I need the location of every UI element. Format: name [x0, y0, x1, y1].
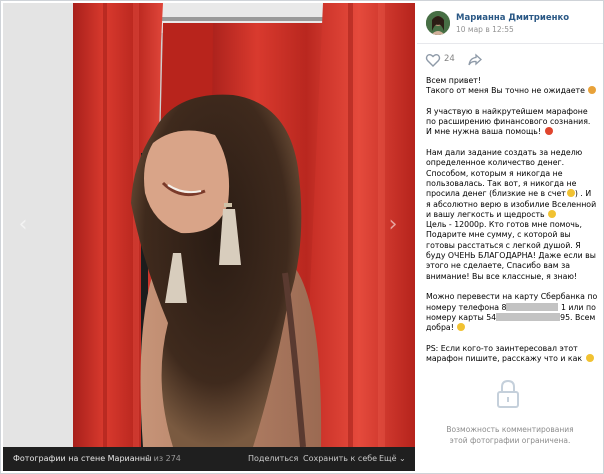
- photo-image: [3, 3, 415, 447]
- emoji-icon: [585, 354, 594, 363]
- caption-paragraph: Всем привет! Такого от меня Вы точно не …: [426, 76, 598, 97]
- post-sidebar: Марианна Дмитриенко 10 мар в 12:55 24 Вс…: [417, 3, 603, 471]
- comments-restricted-notice: Возможность комментирования этой фотогра…: [446, 425, 574, 445]
- lock-icon: [497, 379, 519, 408]
- share-arrow-icon[interactable]: [467, 52, 483, 68]
- photo-footer: Фотографии на стене Марианны 1 из 274 По…: [3, 447, 415, 471]
- chevron-left-icon[interactable]: ‹: [15, 211, 31, 239]
- redacted-card: [496, 312, 561, 321]
- emoji-icon: [566, 189, 575, 198]
- caption-paragraph: Можно перевести на карту Сбербанка по но…: [426, 292, 600, 333]
- photo-pane[interactable]: ‹ › Фотографии на стене Марианны 1 из 27…: [3, 3, 415, 471]
- like-count: 24: [444, 54, 455, 64]
- heart-outline-icon[interactable]: [425, 52, 441, 68]
- heart-emoji-icon: [544, 127, 553, 136]
- divider: [417, 43, 603, 44]
- emoji-icon: [457, 323, 466, 332]
- avatar[interactable]: [426, 11, 450, 35]
- emoji-icon: [548, 209, 557, 218]
- caption-paragraph: PS: Если кого-то заинтересовал этот мара…: [426, 344, 598, 365]
- post-date[interactable]: 10 мар в 12:55: [456, 25, 514, 34]
- author-name[interactable]: Марианна Дмитриенко: [456, 13, 569, 23]
- caption-paragraph: Нам дали задание создать за неделю опред…: [426, 148, 599, 281]
- share-link[interactable]: Поделиться: [248, 447, 298, 471]
- save-link[interactable]: Сохранить к себе: [303, 447, 377, 471]
- more-menu[interactable]: Ещё ⌄: [379, 447, 406, 471]
- album-title-link[interactable]: Фотографии на стене Марианны: [13, 447, 151, 471]
- redacted-phone: [506, 302, 559, 311]
- photo-counter: 1 из 274: [146, 454, 181, 463]
- photo-viewer: ‹ › Фотографии на стене Марианны 1 из 27…: [0, 0, 604, 474]
- post-caption: Всем привет! Такого от меня Вы точно не …: [426, 76, 598, 375]
- caption-paragraph: Я участвую в найкрутейшем марафоне по ра…: [426, 106, 593, 137]
- emoji-icon: [588, 86, 597, 95]
- chevron-right-icon[interactable]: ›: [385, 211, 401, 239]
